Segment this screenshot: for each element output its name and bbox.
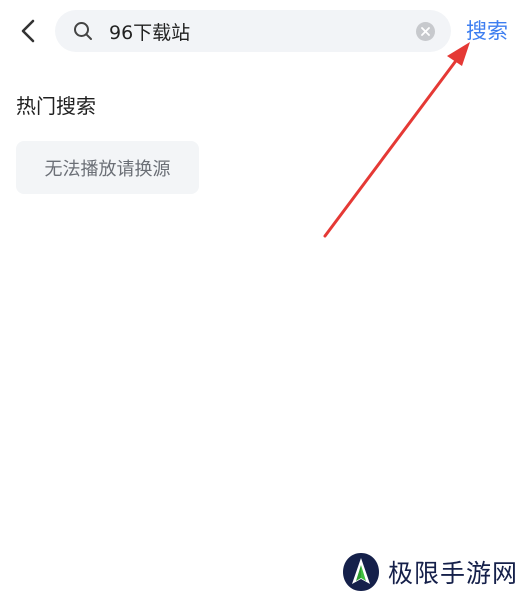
close-icon bbox=[421, 27, 430, 36]
search-button[interactable]: 搜索 bbox=[466, 15, 508, 45]
search-input[interactable] bbox=[109, 10, 409, 52]
search-box[interactable] bbox=[55, 10, 451, 52]
watermark-logo-icon bbox=[343, 553, 379, 591]
watermark-text: 极限手游网 bbox=[388, 559, 519, 588]
search-page: 搜索 热门搜索 无法播放请换源 极限手游网 bbox=[0, 0, 529, 600]
watermark: 极限手游网 bbox=[340, 551, 518, 593]
chevron-left-icon bbox=[21, 19, 35, 43]
hot-search-tag[interactable]: 无法播放请换源 bbox=[16, 141, 199, 194]
back-button[interactable] bbox=[14, 14, 42, 48]
clear-circle-icon[interactable] bbox=[416, 22, 435, 41]
hot-search-title: 热门搜索 bbox=[16, 94, 96, 118]
search-icon bbox=[74, 22, 92, 40]
